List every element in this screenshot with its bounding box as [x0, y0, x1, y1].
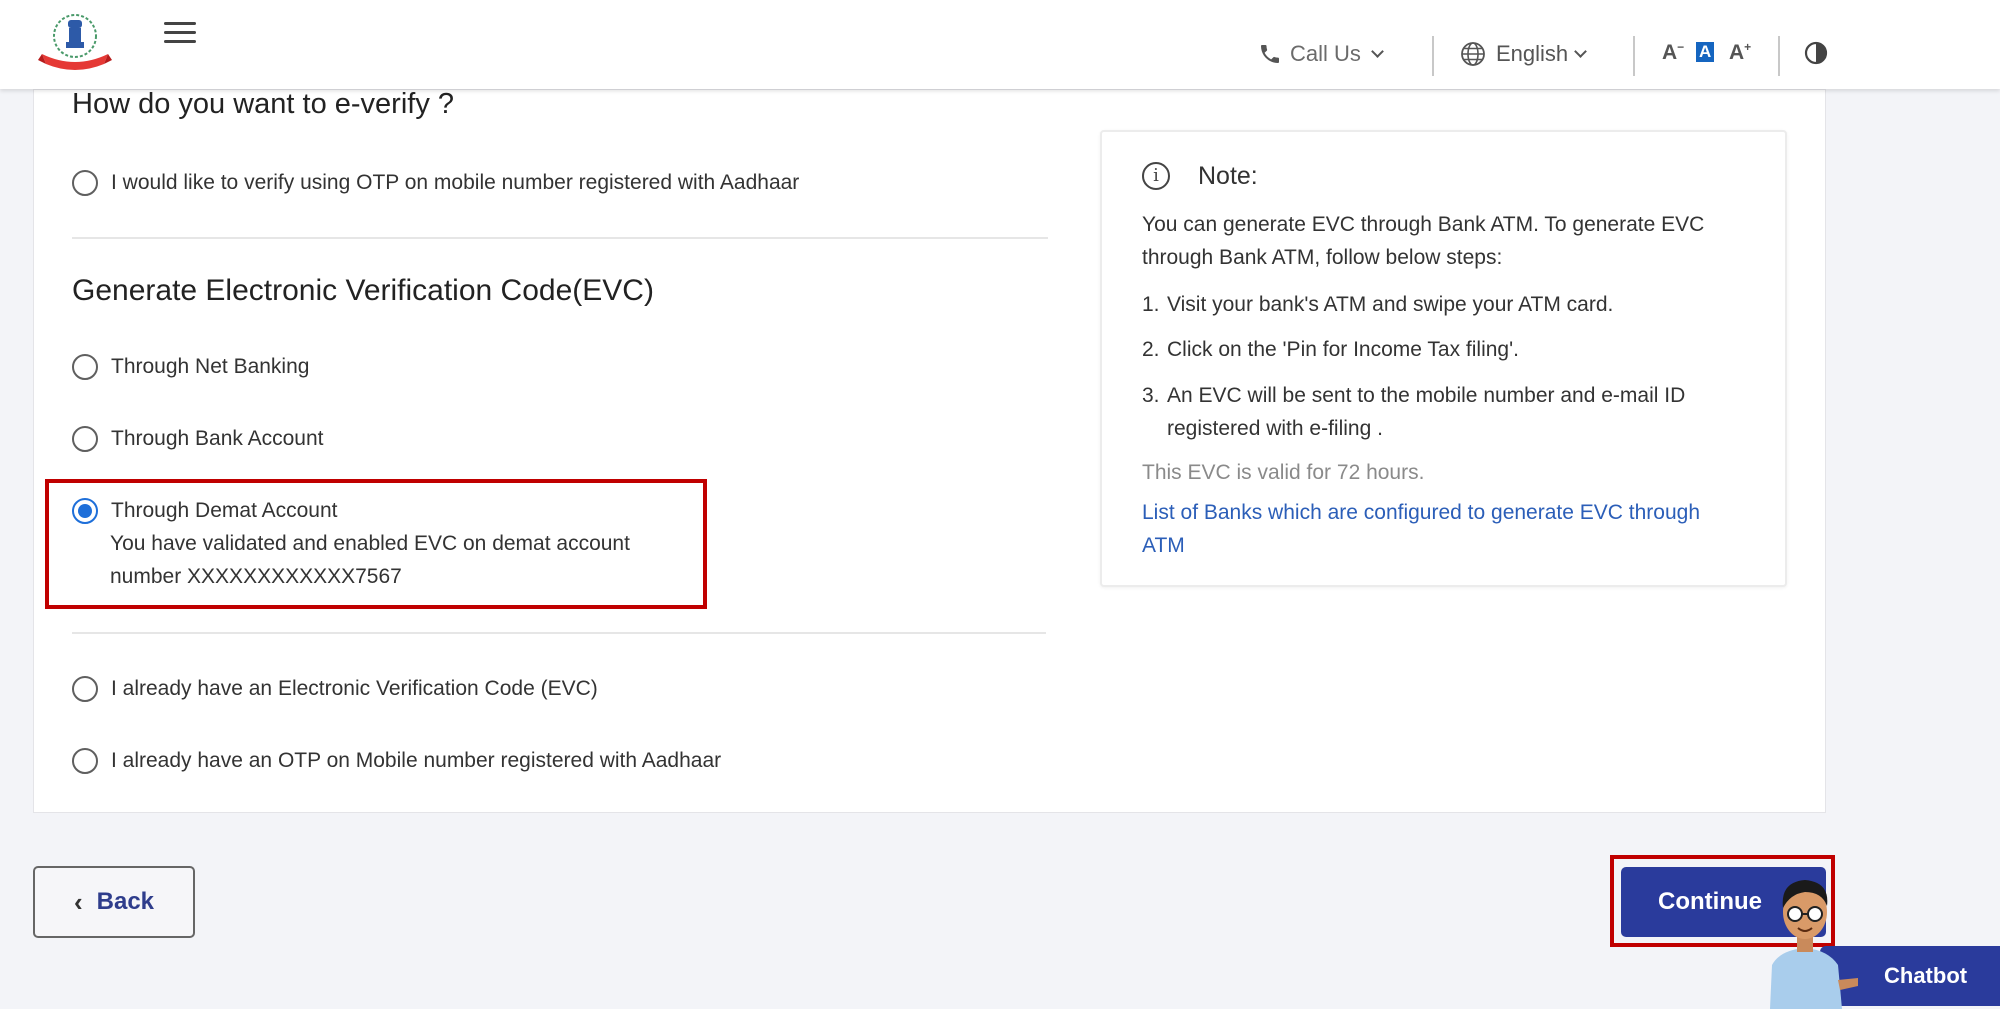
everify-heading: How do you want to e-verify ?	[72, 88, 455, 120]
header-divider	[1778, 36, 1780, 76]
radio-button[interactable]	[72, 170, 98, 196]
demat-account-number: number XXXXXXXXXXXX7567	[110, 565, 402, 588]
contrast-icon[interactable]	[1804, 41, 1828, 65]
demat-description: You have validated and enabled EVC on de…	[110, 527, 630, 593]
chevron-down-icon	[1574, 44, 1588, 58]
radio-button-selected[interactable]	[72, 498, 98, 524]
radio-aadhaar-otp[interactable]: I would like to verify using OTP on mobi…	[72, 170, 799, 196]
radio-have-otp[interactable]: I already have an OTP on Mobile number r…	[72, 748, 721, 774]
step-number: 2.	[1142, 338, 1160, 361]
radio-button[interactable]	[72, 354, 98, 380]
note-intro-line: through Bank ATM, follow below steps:	[1142, 246, 1503, 269]
call-us-dropdown[interactable]: Call Us	[1258, 38, 1384, 70]
step-text: Click on the 'Pin for Income Tax filing'…	[1167, 338, 1519, 361]
chevron-left-icon: ‹	[73, 886, 83, 917]
radio-button[interactable]	[72, 676, 98, 702]
note-step: 3. An EVC will be sent to the mobile num…	[1142, 379, 1732, 445]
top-header: Call Us English A− A A+	[0, 0, 2000, 89]
note-intro-line: You can generate EVC through Bank ATM. T…	[1142, 213, 1705, 236]
evc-heading: Generate Electronic Verification Code(EV…	[72, 274, 654, 307]
font-decrease-label: A	[1662, 41, 1678, 64]
font-decrease-button[interactable]: A−	[1662, 40, 1684, 65]
continue-label: Continue	[1658, 888, 1762, 915]
radio-have-evc[interactable]: I already have an Electronic Verificatio…	[72, 676, 598, 702]
note-panel: i Note: You can generate EVC through Ban…	[1100, 130, 1787, 587]
note-intro: You can generate EVC through Bank ATM. T…	[1142, 208, 1762, 274]
banks-list-link[interactable]: List of Banks which are configured to ge…	[1142, 496, 1742, 562]
emblem-logo-icon[interactable]	[38, 10, 112, 72]
chatbot-label: Chatbot	[1884, 963, 1968, 988]
radio-button[interactable]	[72, 748, 98, 774]
section-divider	[72, 237, 1048, 239]
globe-icon	[1461, 42, 1485, 66]
step-text: An EVC will be sent to the mobile number…	[1167, 384, 1686, 440]
note-step: 2. Click on the 'Pin for Income Tax fili…	[1142, 333, 1762, 366]
radio-button[interactable]	[72, 426, 98, 452]
hamburger-menu-icon[interactable]	[164, 22, 196, 46]
font-default-button[interactable]: A	[1696, 42, 1715, 62]
header-divider	[1432, 36, 1434, 76]
back-label: Back	[96, 888, 155, 915]
radio-label: I already have an OTP on Mobile number r…	[111, 749, 722, 772]
phone-icon	[1261, 45, 1279, 63]
step-number: 1.	[1142, 293, 1160, 316]
radio-label: Through Demat Account	[111, 499, 338, 522]
chevron-down-icon	[1371, 44, 1384, 58]
demat-description-line: You have validated and enabled EVC on de…	[110, 532, 630, 555]
step-number: 3.	[1142, 384, 1160, 407]
radio-label: Through Net Banking	[111, 355, 310, 378]
radio-net-banking[interactable]: Through Net Banking	[72, 354, 309, 380]
back-button[interactable]: ‹ Back	[33, 866, 195, 938]
font-increase-button[interactable]: A+	[1729, 40, 1751, 65]
call-us-label: Call Us	[1290, 41, 1361, 66]
info-icon: i	[1142, 162, 1170, 190]
header-divider	[1633, 36, 1635, 76]
chatbot-avatar-icon[interactable]	[1750, 870, 1860, 1009]
font-increase-label: A	[1729, 41, 1745, 64]
step-text: Visit your bank's ATM and swipe your ATM…	[1167, 293, 1614, 316]
language-dropdown[interactable]: English	[1460, 38, 1588, 70]
radio-label: I would like to verify using OTP on mobi…	[111, 171, 800, 194]
note-step: 1. Visit your bank's ATM and swipe your …	[1142, 288, 1762, 321]
radio-bank-account[interactable]: Through Bank Account	[72, 426, 323, 452]
radio-demat-account[interactable]: Through Demat Account	[72, 498, 337, 524]
evc-validity: This EVC is valid for 72 hours.	[1142, 461, 1425, 484]
language-label: English	[1496, 41, 1569, 66]
radio-label: Through Bank Account	[111, 427, 324, 450]
radio-label: I already have an Electronic Verificatio…	[111, 677, 598, 700]
note-title: Note:	[1198, 162, 1258, 190]
section-divider	[72, 632, 1046, 634]
